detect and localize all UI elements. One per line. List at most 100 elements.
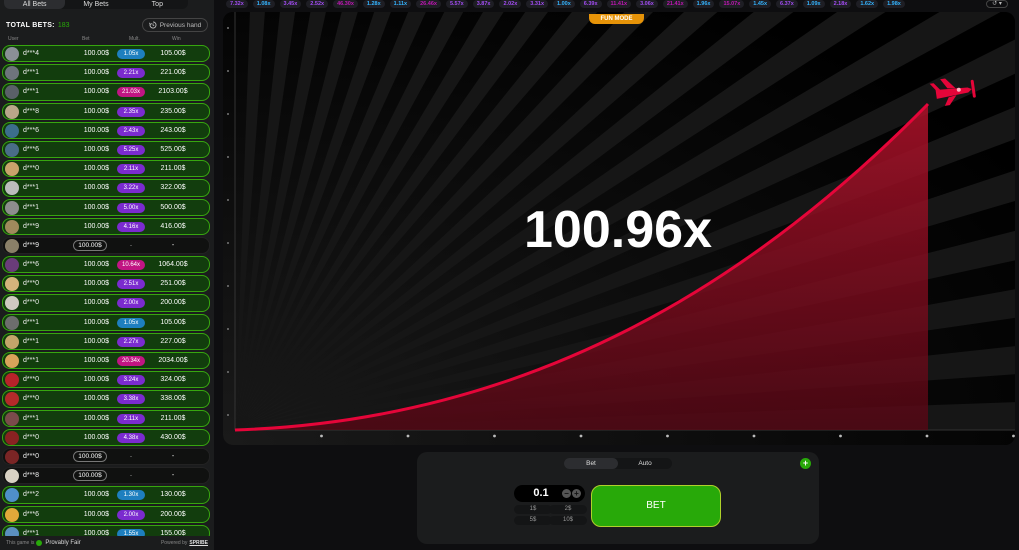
history-multiplier[interactable]: 3.31x — [526, 0, 549, 8]
bet-amount: 100.00$ — [83, 165, 109, 173]
bets-tabs: All Bets My Bets Top — [4, 0, 188, 9]
history-multiplier[interactable]: 1.11x — [389, 0, 412, 8]
bet-amount: 100.00$ — [83, 357, 109, 364]
quick-stake-2[interactable]: 2$ — [549, 505, 587, 514]
bet-win: 430.00$ — [160, 433, 186, 441]
provably-fair-icon — [36, 540, 43, 546]
history-multiplier[interactable]: 1.28x — [362, 0, 385, 8]
bet-row: d***9 100.00$ - - — [2, 236, 210, 255]
bet-amount: 100.00$ — [83, 491, 109, 499]
bet-win: 211.00$ — [160, 414, 186, 422]
bet-amount: 100.00$ — [83, 318, 109, 326]
history-multiplier[interactable]: 2.02x — [499, 0, 522, 8]
bet-amount: 100.00$ — [83, 510, 109, 518]
history-menu-button[interactable]: ↺ ▾ — [986, 0, 1008, 8]
tab-my-bets[interactable]: My Bets — [65, 0, 126, 9]
decrease-stake-button[interactable]: − — [562, 489, 571, 498]
bet-multiplier: 2.00x — [117, 509, 145, 520]
x-tick — [839, 434, 842, 438]
avatar — [5, 277, 19, 292]
tab-auto[interactable]: Auto — [618, 458, 672, 469]
bet-user: d***8 — [23, 472, 39, 480]
history-multiplier[interactable]: 6.37x — [776, 0, 798, 8]
bet-multiplier: 4.38x — [117, 432, 145, 443]
bet-amount: 100.00$ — [83, 50, 109, 57]
quick-stake-1[interactable]: 1$ — [514, 505, 552, 514]
bet-row: d***1 100.00$ 2.11x 211.00$ — [2, 409, 210, 427]
tab-bet[interactable]: Bet — [564, 458, 618, 469]
add-bet-panel-button[interactable]: + — [800, 458, 811, 469]
total-bets-row: TOTAL BETS: 183 Previous hand — [6, 18, 212, 32]
history-multiplier[interactable]: 2.52x — [306, 0, 329, 8]
multiplier-history: 7.32x 1.08x 3.45x 2.52x 46.30x 1.28x 1.11x 26.4… — [226, 0, 1004, 8]
history-multiplier[interactable]: 26.46x — [416, 0, 441, 8]
history-multiplier[interactable]: 1.09x — [802, 0, 825, 8]
history-multiplier[interactable]: 3.87x — [472, 0, 495, 8]
bet-user: d***1 — [23, 203, 39, 211]
bet-mode-switch: Bet Auto — [564, 458, 672, 469]
tab-all-bets[interactable]: All Bets — [4, 0, 66, 9]
bet-win: 105.00$ — [160, 50, 186, 57]
x-tick — [579, 434, 583, 438]
history-multiplier[interactable]: 11.41x — [606, 0, 632, 8]
avatar — [5, 219, 19, 234]
history-multiplier[interactable]: 1.96x — [692, 0, 715, 8]
bet-win: 130.00$ — [160, 491, 186, 499]
bet-win: - — [171, 241, 175, 249]
history-multiplier[interactable]: 3.06x — [636, 0, 658, 8]
tab-top[interactable]: Top — [127, 0, 188, 9]
quick-stake-10[interactable]: 10$ — [549, 516, 587, 525]
bet-user: d***1 — [23, 318, 39, 326]
spribe-logo[interactable]: SPRIBE — [189, 540, 208, 546]
bet-amount: 100.00$ — [73, 450, 107, 462]
avatar — [5, 238, 19, 253]
bet-user: d***4 — [23, 50, 39, 57]
avatar — [5, 488, 19, 503]
y-tick — [227, 27, 229, 29]
history-multiplier[interactable]: 3.45x — [279, 0, 302, 8]
history-multiplier[interactable]: 21.41x — [662, 0, 688, 8]
bet-button[interactable]: BET — [591, 485, 721, 527]
history-multiplier[interactable]: 2.18x — [829, 0, 852, 8]
history-multiplier[interactable]: 1.00x — [553, 0, 575, 8]
bet-multiplier: 5.00x — [117, 202, 145, 213]
bet-amount: 100.00$ — [83, 261, 109, 269]
footer-powered-by: Powered by — [160, 540, 188, 546]
quick-stake-5[interactable]: 5$ — [514, 516, 552, 525]
bet-amount: 100.00$ — [83, 107, 109, 115]
y-tick — [227, 113, 229, 115]
current-multiplier: 100.96x — [524, 201, 712, 259]
aviator-game-screen: All Bets My Bets Top TOTAL BETS: 183 Pre… — [0, 0, 1019, 550]
bet-row: d***0 100.00$ 2.51x 251.00$ — [2, 275, 210, 293]
bet-multiplier: 2.21x — [117, 68, 145, 79]
history-multiplier[interactable]: 1.45x — [749, 0, 772, 8]
history-multiplier[interactable]: 6.39x — [579, 0, 602, 8]
bet-win: 416.00$ — [160, 222, 186, 230]
previous-hand-button[interactable]: Previous hand — [142, 18, 208, 32]
history-multiplier[interactable]: 5.57x — [445, 0, 468, 8]
stake-input[interactable]: 0.1 — [524, 487, 558, 499]
bet-row: d***4 100.00$ 1.05x 105.00$ — [2, 45, 210, 63]
y-tick — [227, 242, 229, 244]
avatar — [5, 104, 19, 119]
bet-user: d***0 — [23, 165, 39, 173]
bet-user: d***6 — [23, 126, 39, 134]
avatar — [5, 85, 19, 100]
increase-stake-button[interactable]: + — [572, 489, 581, 498]
bet-row: d***1 100.00$ 3.22x 322.00$ — [2, 179, 210, 197]
history-multiplier[interactable]: 1.08x — [252, 0, 275, 8]
x-tick — [1012, 434, 1015, 438]
bet-multiplier: 2.27x — [117, 336, 145, 347]
bet-multiplier: 2.11x — [117, 164, 145, 175]
bet-row: d***6 100.00$ 10.64x 1064.00$ — [2, 256, 210, 274]
history-multiplier[interactable]: 46.30x — [333, 0, 358, 8]
history-multiplier[interactable]: 1.62x — [856, 0, 879, 8]
history-multiplier[interactable]: 1.98x — [883, 0, 905, 8]
bet-user: d***0 — [23, 299, 39, 307]
provably-fair-link[interactable]: Provably Fair — [45, 540, 80, 546]
history-multiplier[interactable]: 7.32x — [226, 0, 248, 8]
history-multiplier[interactable]: 15.07x — [719, 0, 745, 8]
avatar — [5, 507, 19, 522]
x-tick — [666, 434, 669, 438]
bet-win: - — [171, 472, 175, 480]
